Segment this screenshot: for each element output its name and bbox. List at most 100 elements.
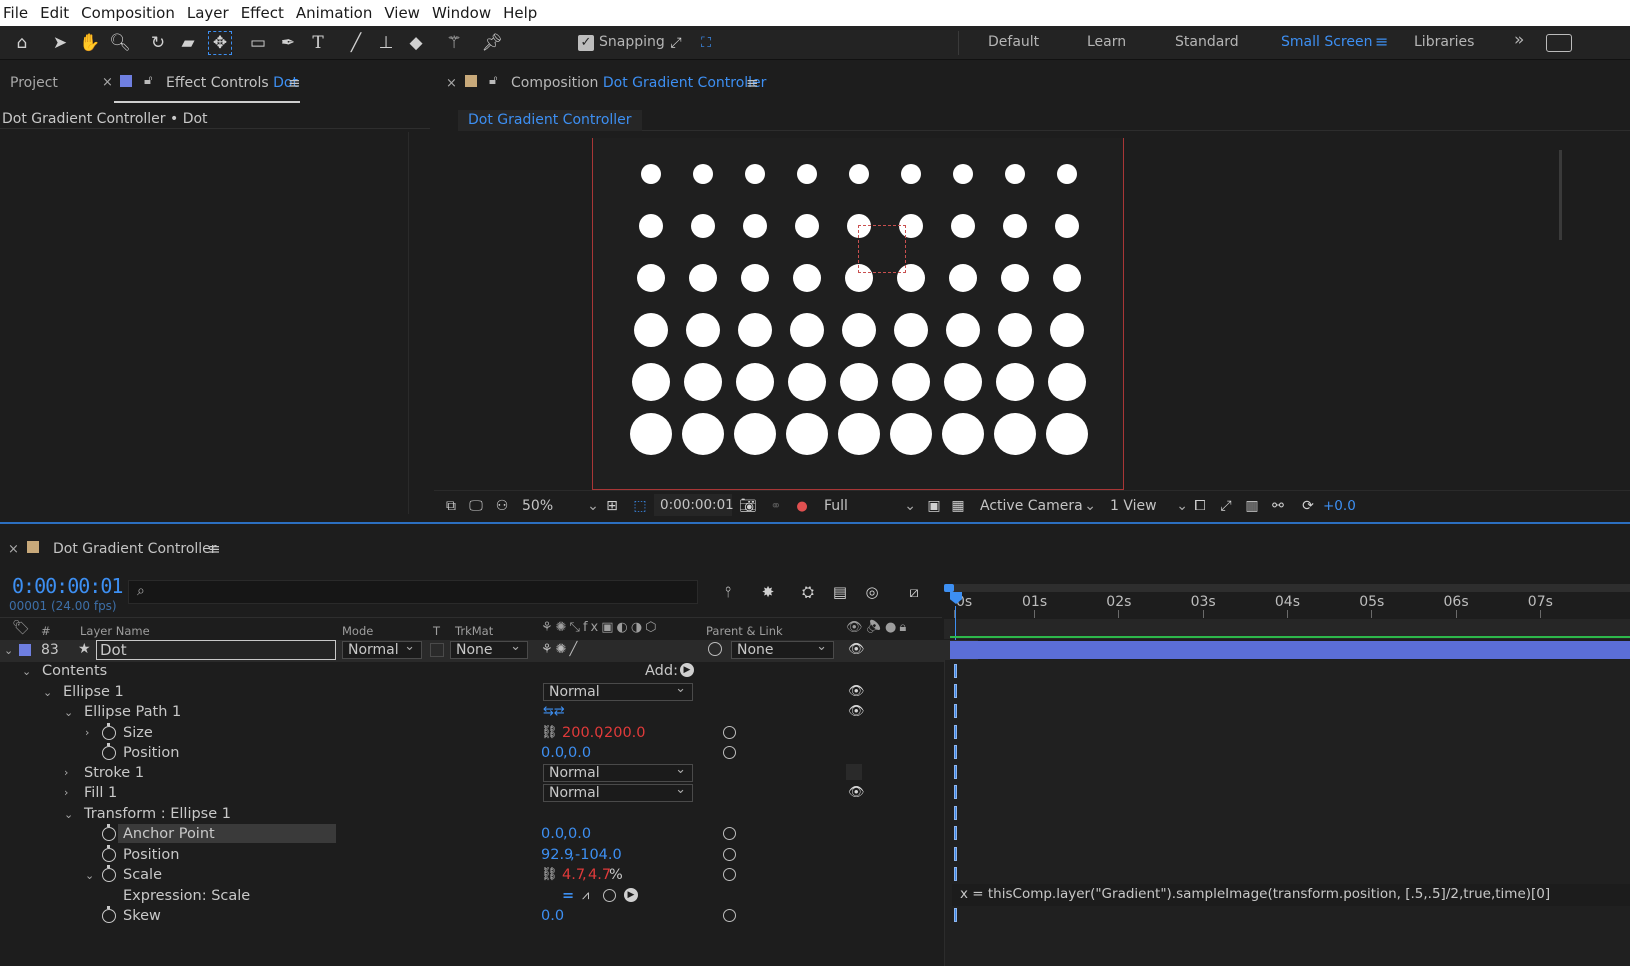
prop-row-contents[interactable]: ⌄ Contents Add: ▶ (0, 661, 978, 682)
exposure-value[interactable]: +0.0 (1323, 498, 1356, 514)
visibility-toggle-off[interactable] (846, 764, 862, 780)
visibility-eye-icon[interactable]: 👁︎ (848, 684, 865, 699)
viewer-timecode[interactable]: 0:00:00:01 (654, 494, 734, 516)
label-tag-icon[interactable]: 🏷︎ (12, 620, 30, 636)
property-time-indicator[interactable] (954, 765, 957, 779)
col-t[interactable]: T (433, 624, 440, 638)
property-time-indicator[interactable] (954, 847, 957, 861)
clone-stamp-tool-icon[interactable]: ⊥ (374, 31, 398, 55)
ellipse1-mode-dropdown[interactable]: Normal (543, 681, 693, 701)
expand-chevron-icon[interactable]: ⌄ (4, 644, 13, 657)
pick-whip-icon[interactable] (708, 642, 722, 656)
resolution-dropdown[interactable]: Full ⌄ (824, 498, 916, 514)
layer-search-input[interactable]: ⌕ (128, 580, 698, 604)
menu-effect[interactable]: Effect (235, 4, 290, 22)
tab-timeline-comp[interactable]: Dot Gradient Controller (53, 541, 217, 557)
pen-tool-icon[interactable]: ✒ (276, 31, 300, 55)
visibility-eye-icon[interactable]: 👁︎ (848, 642, 865, 657)
expand-chevron-icon[interactable]: ⌄ (85, 869, 94, 882)
draft-3d-icon[interactable]: ✸ (756, 580, 780, 604)
path-direction-icon[interactable]: ⇆⇄ (543, 704, 565, 719)
menu-window[interactable]: Window (426, 4, 497, 22)
layer-label-swatch[interactable] (19, 644, 31, 656)
snapping-checkbox[interactable]: ✓ (578, 35, 594, 51)
anchor-value-a[interactable]: 0.0 (541, 826, 564, 842)
prop-row-fill1[interactable]: › Fill 1 (0, 783, 978, 804)
vr-icon[interactable]: ⚇ (490, 494, 514, 518)
close-icon[interactable]: × (102, 75, 113, 90)
stroke1-mode-dropdown[interactable]: Normal (543, 762, 693, 782)
property-time-indicator[interactable] (954, 785, 957, 799)
skew-value[interactable]: 0.0 (541, 908, 564, 924)
expand-chevron-icon[interactable]: › (64, 786, 68, 799)
expand-chevron-icon[interactable]: ⌄ (43, 686, 52, 699)
expression-pickwhip-icon[interactable] (723, 726, 736, 739)
lock-icon[interactable]: 🔓︎ (489, 73, 497, 88)
brush-tool-icon[interactable]: ╱ (344, 31, 368, 55)
work-area-bar[interactable] (944, 584, 1630, 592)
workspace-learn[interactable]: Learn (1087, 34, 1126, 50)
fill1-mode-dropdown[interactable]: Normal (543, 782, 693, 802)
menu-help[interactable]: Help (497, 4, 543, 22)
parent-dropdown[interactable]: None (731, 639, 834, 659)
col-trkmat[interactable]: TrkMat (455, 624, 493, 638)
visibility-eye-icon[interactable]: 👁︎ (848, 704, 865, 719)
lock-icon[interactable]: 🔓︎ (144, 73, 152, 88)
frame-blending-icon[interactable]: ▤ (828, 580, 852, 604)
camera-view-dropdown[interactable]: Active Camera ⌄ (980, 498, 1096, 514)
search-help-icon[interactable] (1546, 34, 1572, 52)
tpos-value-b[interactable]: -104.0 (575, 847, 622, 863)
hand-tool-icon[interactable]: ✋ (78, 31, 102, 55)
current-time-display[interactable]: 0:00:00:01 (12, 574, 123, 598)
menu-file[interactable]: File (0, 4, 34, 22)
reset-exposure-icon[interactable]: ⟳ (1296, 494, 1320, 518)
motion-blur-icon[interactable]: ◎ (860, 580, 884, 604)
prop-row-skew[interactable]: Skew 0.0 (0, 906, 978, 927)
prop-row-scale[interactable]: ⌄ Scale ⛓︎ 4.7 , 4.7 % (0, 865, 978, 886)
position-value-a[interactable]: 0.0 (541, 745, 564, 761)
prop-row-transform-position[interactable]: Position 92.9 , -104.0 (0, 845, 978, 866)
timeline-icon[interactable]: ▥ (1240, 494, 1264, 518)
viewer-scrollbar[interactable] (1559, 150, 1562, 240)
expression-pickwhip-icon[interactable] (603, 889, 616, 902)
add-menu-icon[interactable]: ▶ (680, 663, 694, 677)
expression-pickwhip-icon[interactable] (723, 909, 736, 922)
menu-animation[interactable]: Animation (290, 4, 378, 22)
expand-chevron-icon[interactable]: ⌄ (22, 665, 31, 678)
menu-composition[interactable]: Composition (75, 4, 181, 22)
timeline-track-area[interactable] (944, 660, 1630, 966)
expression-language-menu-icon[interactable]: ▶ (624, 888, 638, 902)
preserve-transparency-checkbox[interactable] (430, 643, 444, 657)
hide-shy-layers-icon[interactable]: ⛭ (796, 580, 820, 604)
prop-row-ellipse1[interactable]: ⌄ Ellipse 1 (0, 682, 978, 703)
prop-row-ellipse-path[interactable]: ⌄ Ellipse Path 1 ⇆⇄ (0, 702, 978, 723)
stopwatch-icon[interactable] (102, 845, 116, 862)
enable-expression-icon[interactable]: = (562, 888, 574, 904)
visibility-eye-icon[interactable]: 👁︎ (848, 785, 865, 800)
expression-pickwhip-icon[interactable] (723, 746, 736, 759)
prop-row-stroke1[interactable]: › Stroke 1 (0, 763, 978, 784)
zoom-level-dropdown[interactable]: 50% ⌄ (522, 498, 599, 514)
comp-breadcrumb[interactable]: Dot Gradient Controller (458, 110, 642, 131)
expression-pickwhip-icon[interactable] (723, 827, 736, 840)
stopwatch-icon[interactable] (102, 865, 116, 882)
constrain-proportions-icon[interactable]: ⛓︎ (541, 867, 558, 882)
comp-viewer[interactable] (434, 138, 1630, 490)
property-time-indicator[interactable] (954, 684, 957, 698)
expand-chevron-icon[interactable]: › (85, 726, 89, 739)
layer-duration-bar[interactable] (950, 641, 1630, 659)
work-area-start[interactable] (944, 584, 954, 592)
col-layer-name[interactable]: Layer Name (80, 624, 150, 638)
stopwatch-icon[interactable] (102, 723, 116, 740)
fast-preview-icon[interactable]: ▣ (922, 494, 946, 518)
expression-editor[interactable]: x = thisComp.layer("Gradient").sampleIma… (952, 884, 1630, 906)
stopwatch-icon[interactable] (102, 906, 116, 923)
layer-mode-dropdown[interactable]: Normal (342, 639, 422, 659)
layer-name-field[interactable]: Dot (96, 640, 336, 660)
trkmat-dropdown[interactable]: None (450, 639, 528, 659)
scale-value-b[interactable]: 4.7 (588, 867, 611, 883)
expression-pickwhip-icon[interactable] (723, 848, 736, 861)
stopwatch-icon[interactable] (102, 743, 116, 760)
snap-features-icon[interactable]: ⛶ (694, 31, 718, 55)
size-value-b[interactable]: 200.0 (604, 725, 646, 741)
